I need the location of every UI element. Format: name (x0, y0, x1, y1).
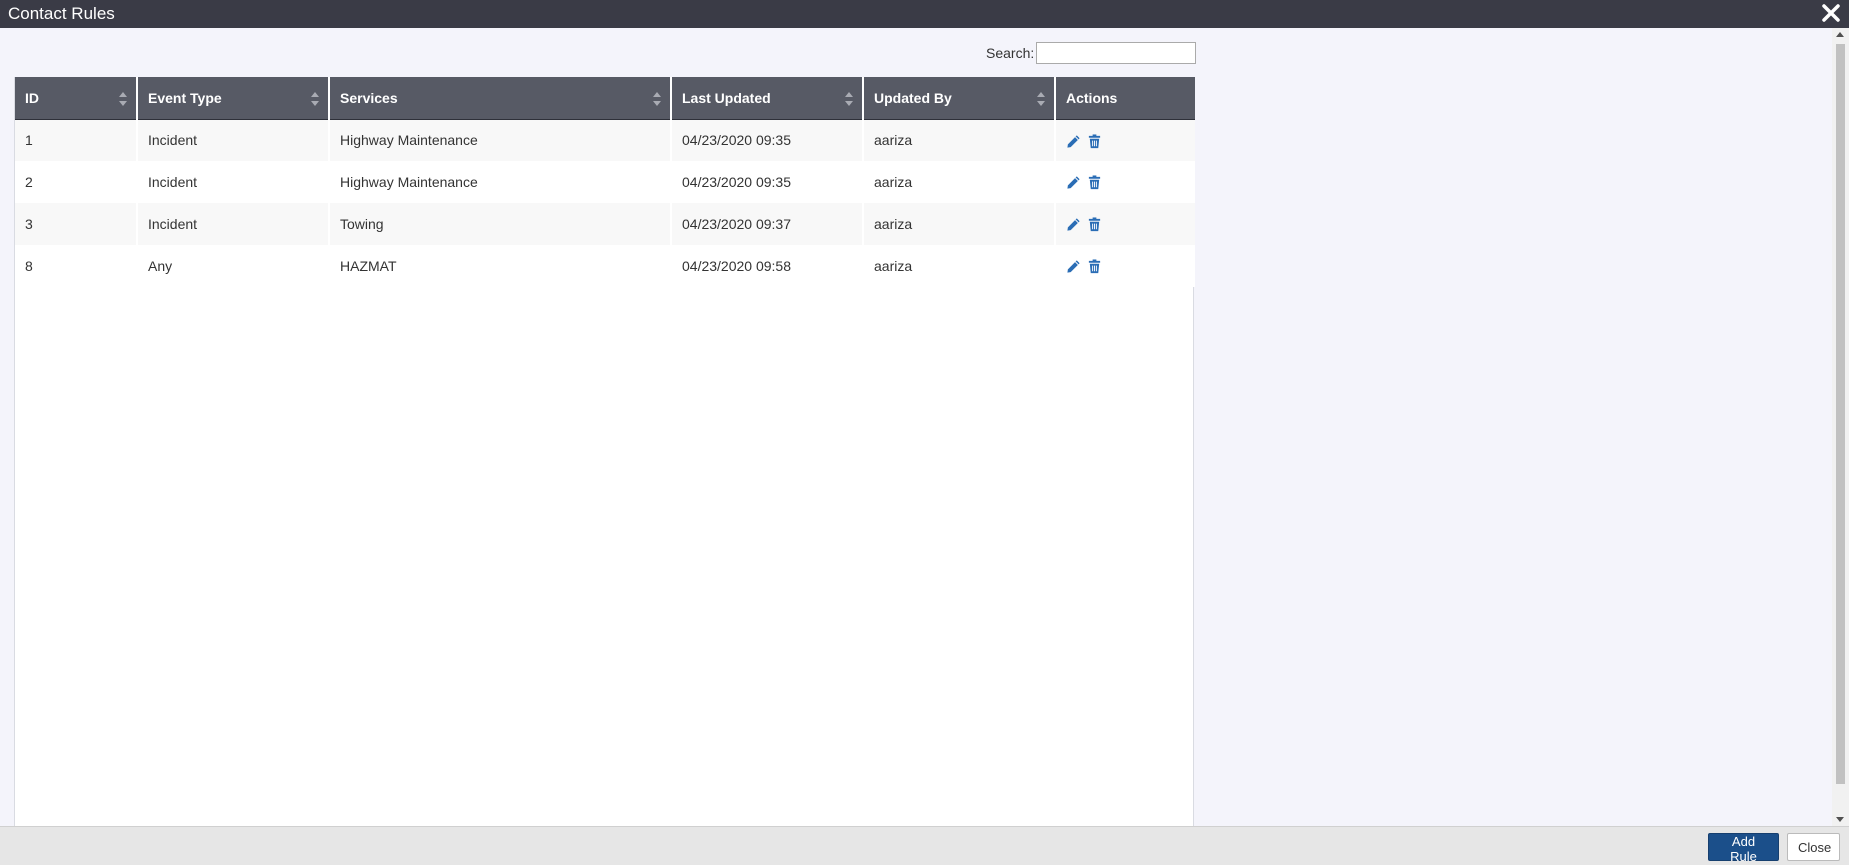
table-header-row: ID Event Type Services Last Updated Upda… (15, 77, 1195, 120)
rules-table: ID Event Type Services Last Updated Upda… (15, 77, 1195, 287)
trash-icon[interactable] (1087, 175, 1102, 190)
vertical-scrollbar[interactable] (1832, 28, 1849, 826)
pencil-icon[interactable] (1066, 134, 1081, 149)
cell-event-type: Incident (137, 161, 330, 203)
cell-id: 3 (15, 203, 138, 245)
cell-id: 2 (15, 161, 138, 203)
sort-icon (119, 92, 127, 106)
cell-event-type: Incident (137, 119, 330, 161)
dialog-footer: Add Rule Close (0, 826, 1849, 865)
sort-icon (653, 92, 661, 106)
table-row: 1 Incident Highway Maintenance 04/23/202… (15, 119, 1195, 161)
cell-services: Towing (329, 203, 672, 245)
search-label: Search: (986, 45, 1035, 61)
cell-actions (1055, 119, 1195, 161)
pencil-icon[interactable] (1066, 175, 1081, 190)
column-header-actions: Actions (1055, 77, 1195, 120)
cell-actions (1055, 203, 1195, 245)
table-row: 3 Incident Towing 04/23/2020 09:37 aariz… (15, 203, 1195, 245)
cell-updated-by: aariza (863, 203, 1056, 245)
cell-services: HAZMAT (329, 245, 672, 287)
cell-id: 1 (15, 119, 138, 161)
column-header-event-type[interactable]: Event Type (137, 77, 330, 120)
add-rule-button[interactable]: Add Rule (1708, 833, 1779, 864)
cell-event-type: Incident (137, 203, 330, 245)
cell-id: 8 (15, 245, 138, 287)
table-row: 8 Any HAZMAT 04/23/2020 09:58 aariza (15, 245, 1195, 287)
scroll-down-arrow-icon[interactable] (1836, 817, 1844, 822)
cell-updated-by: aariza (863, 245, 1056, 287)
window-title: Contact Rules (8, 4, 115, 23)
trash-icon[interactable] (1087, 134, 1102, 149)
trash-icon[interactable] (1087, 259, 1102, 274)
cell-services: Highway Maintenance (329, 161, 672, 203)
column-header-last-updated[interactable]: Last Updated (671, 77, 864, 120)
cell-actions (1055, 245, 1195, 287)
search-box: Search: (960, 42, 1196, 64)
scroll-up-arrow-icon[interactable] (1836, 32, 1844, 37)
rules-table-container: ID Event Type Services Last Updated Upda… (14, 77, 1195, 826)
cell-services: Highway Maintenance (329, 119, 672, 161)
column-header-services[interactable]: Services (329, 77, 672, 120)
scrollbar-thumb[interactable] (1836, 44, 1845, 784)
pencil-icon[interactable] (1066, 217, 1081, 232)
dialog-content: Search: ID Event Type Services Last Upda… (0, 28, 1832, 826)
cell-last-updated: 04/23/2020 09:37 (671, 203, 864, 245)
cell-updated-by: aariza (863, 119, 1056, 161)
pencil-icon[interactable] (1066, 259, 1081, 274)
sort-icon (311, 92, 319, 106)
column-header-id[interactable]: ID (15, 77, 138, 120)
cell-last-updated: 04/23/2020 09:58 (671, 245, 864, 287)
sort-icon (845, 92, 853, 106)
cell-event-type: Any (137, 245, 330, 287)
cell-last-updated: 04/23/2020 09:35 (671, 119, 864, 161)
trash-icon[interactable] (1087, 217, 1102, 232)
sort-icon (1037, 92, 1045, 106)
cell-actions (1055, 161, 1195, 203)
cell-updated-by: aariza (863, 161, 1056, 203)
window-titlebar: Contact Rules (0, 0, 1849, 28)
close-button[interactable]: Close (1787, 833, 1840, 861)
close-x-icon[interactable] (1821, 3, 1841, 23)
column-header-updated-by[interactable]: Updated By (863, 77, 1056, 120)
search-input[interactable] (1036, 42, 1196, 64)
table-row: 2 Incident Highway Maintenance 04/23/202… (15, 161, 1195, 203)
cell-last-updated: 04/23/2020 09:35 (671, 161, 864, 203)
